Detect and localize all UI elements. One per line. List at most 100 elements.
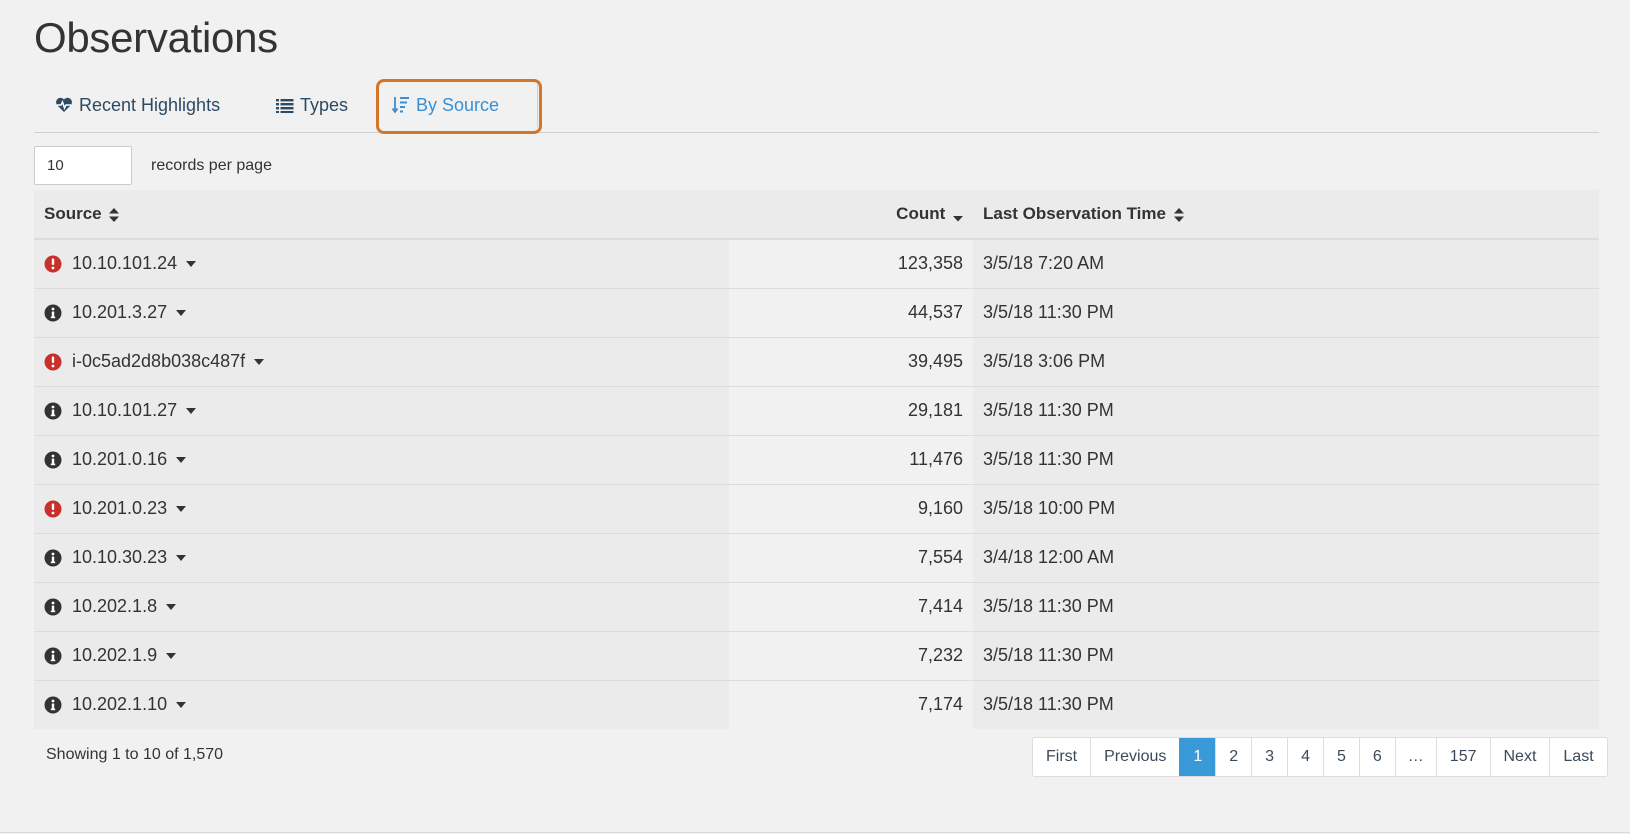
count-cell: 7,554 — [729, 532, 973, 582]
info-circle-icon — [44, 549, 62, 566]
tab-types[interactable]: Types — [266, 83, 358, 127]
time-cell: 3/5/18 11:30 PM — [973, 630, 1599, 680]
tab-label: Types — [300, 94, 349, 115]
table-header-row: Source Count Last Observation Time — [34, 190, 1599, 240]
page-link-next[interactable]: Next — [1489, 738, 1550, 776]
page-link-first[interactable]: First — [1033, 738, 1090, 776]
source-cell: 10.10.101.24 — [34, 238, 729, 288]
column-header-last-observation-time[interactable]: Last Observation Time — [973, 190, 1599, 240]
source-cell: 10.201.3.27 — [34, 287, 729, 337]
count-cell: 11,476 — [729, 434, 973, 484]
count-cell: 7,232 — [729, 630, 973, 680]
table-row: 10.10.101.24 123,358 3/5/18 7:20 AM — [34, 238, 1599, 288]
source-name[interactable]: 10.202.1.10 — [72, 694, 167, 715]
count-cell: 9,160 — [729, 483, 973, 533]
page-link-1[interactable]: 1 — [1179, 738, 1216, 776]
table-row: 10.202.1.8 7,414 3/5/18 11:30 PM — [34, 581, 1599, 631]
column-header-count[interactable]: Count — [729, 190, 973, 240]
count-cell: 123,358 — [729, 238, 973, 288]
tab-label: By Source — [416, 94, 500, 115]
table-row: 10.10.101.27 29,181 3/5/18 11:30 PM — [34, 385, 1599, 435]
page-link-157[interactable]: 157 — [1435, 738, 1490, 776]
source-name[interactable]: 10.10.30.23 — [72, 547, 167, 568]
count-cell: 7,174 — [729, 679, 973, 729]
tab-by-source[interactable]: By Source — [377, 83, 538, 127]
time-cell: 3/5/18 7:20 AM — [973, 238, 1599, 288]
source-name[interactable]: 10.201.0.23 — [72, 498, 167, 519]
time-cell: 3/5/18 10:00 PM — [973, 483, 1599, 533]
source-cell: 10.10.30.23 — [34, 532, 729, 582]
page-link-5[interactable]: 5 — [1322, 738, 1359, 776]
count-cell: 7,414 — [729, 581, 973, 631]
source-menu-caret-icon[interactable] — [166, 652, 177, 659]
source-cell: i-0c5ad2d8b038c487f — [34, 336, 729, 386]
info-circle-icon — [44, 304, 62, 321]
page-title: Observations — [34, 14, 278, 61]
pagination: First Previous 1 2 3 4 5 6… 157 Next Last — [1032, 737, 1608, 777]
records-per-page: records per page — [34, 146, 272, 185]
records-per-page-input[interactable] — [34, 146, 132, 185]
source-cell: 10.201.0.23 — [34, 483, 729, 533]
tab-label: Recent Highlights — [79, 94, 221, 115]
source-menu-caret-icon[interactable] — [186, 407, 197, 414]
info-circle-icon — [44, 647, 62, 664]
source-cell: 10.202.1.10 — [34, 679, 729, 729]
source-name[interactable]: 10.201.0.16 — [72, 449, 167, 470]
table-row: i-0c5ad2d8b038c487f 39,495 3/5/18 3:06 PM — [34, 336, 1599, 386]
time-cell: 3/4/18 12:00 AM — [973, 532, 1599, 582]
page-link-4[interactable]: 4 — [1287, 738, 1323, 776]
source-menu-caret-icon[interactable] — [166, 603, 177, 610]
tab-bar: Recent Highlights Types By Source — [34, 79, 1599, 134]
table-row: 10.202.1.10 7,174 3/5/18 11:30 PM — [34, 679, 1599, 729]
heartbeat-icon — [56, 97, 72, 112]
source-menu-caret-icon[interactable] — [176, 505, 187, 512]
page-link-6[interactable]: 6 — [1358, 738, 1395, 776]
source-menu-caret-icon[interactable] — [186, 260, 197, 267]
list-icon — [276, 98, 294, 113]
source-name[interactable]: 10.202.1.8 — [72, 596, 157, 617]
sort-desc-icon — [953, 215, 963, 222]
column-header-source[interactable]: Source — [34, 190, 729, 240]
source-menu-caret-icon[interactable] — [254, 358, 265, 365]
page-link-ellipsis: … — [1394, 738, 1436, 776]
info-circle-icon — [44, 696, 62, 714]
info-circle-icon — [44, 598, 62, 615]
showing-summary: Showing 1 to 10 of 1,570 — [46, 746, 224, 763]
count-cell: 29,181 — [729, 385, 973, 435]
table-row: 10.201.3.27 44,537 3/5/18 11:30 PM — [34, 287, 1599, 337]
source-menu-caret-icon[interactable] — [176, 309, 187, 316]
tab-recent-highlights[interactable]: Recent Highlights — [45, 83, 230, 127]
page-link-3[interactable]: 3 — [1251, 738, 1287, 776]
source-name[interactable]: i-0c5ad2d8b038c487f — [72, 351, 245, 372]
table-row: 10.201.0.23 9,160 3/5/18 10:00 PM — [34, 483, 1599, 533]
alert-circle-icon — [44, 255, 62, 273]
table-row: 10.201.0.16 11,476 3/5/18 11:30 PM — [34, 434, 1599, 484]
time-cell: 3/5/18 11:30 PM — [973, 581, 1599, 631]
bottom-divider — [0, 832, 1630, 833]
source-menu-caret-icon[interactable] — [176, 701, 187, 708]
table-row: 10.10.30.23 7,554 3/4/18 12:00 AM — [34, 532, 1599, 582]
source-name[interactable]: 10.201.3.27 — [72, 302, 167, 323]
page-link-previous[interactable]: Previous — [1090, 738, 1179, 776]
time-cell: 3/5/18 11:30 PM — [973, 385, 1599, 435]
source-cell: 10.202.1.9 — [34, 630, 729, 680]
time-cell: 3/5/18 11:30 PM — [973, 287, 1599, 337]
table-body: 10.10.101.24 123,358 3/5/18 7:20 AM 10.201.… — [34, 238, 1599, 729]
source-menu-caret-icon[interactable] — [176, 456, 187, 463]
source-name[interactable]: 10.10.101.24 — [72, 253, 177, 274]
source-cell: 10.10.101.27 — [34, 385, 729, 435]
time-cell: 3/5/18 11:30 PM — [973, 679, 1599, 729]
page-link-last[interactable]: Last — [1549, 738, 1606, 776]
source-name[interactable]: 10.202.1.9 — [72, 645, 157, 666]
source-name[interactable]: 10.10.101.27 — [72, 400, 177, 421]
table-row: 10.202.1.9 7,232 3/5/18 11:30 PM — [34, 630, 1599, 680]
observations-table: Source Count Last Observation Time 10.10… — [34, 190, 1599, 729]
source-menu-caret-icon[interactable] — [176, 554, 187, 561]
source-cell: 10.202.1.8 — [34, 581, 729, 631]
source-cell: 10.201.0.16 — [34, 434, 729, 484]
time-cell: 3/5/18 3:06 PM — [973, 336, 1599, 386]
page-link-2[interactable]: 2 — [1215, 738, 1251, 776]
time-cell: 3/5/18 11:30 PM — [973, 434, 1599, 484]
count-cell: 39,495 — [729, 336, 973, 386]
count-cell: 44,537 — [729, 287, 973, 337]
